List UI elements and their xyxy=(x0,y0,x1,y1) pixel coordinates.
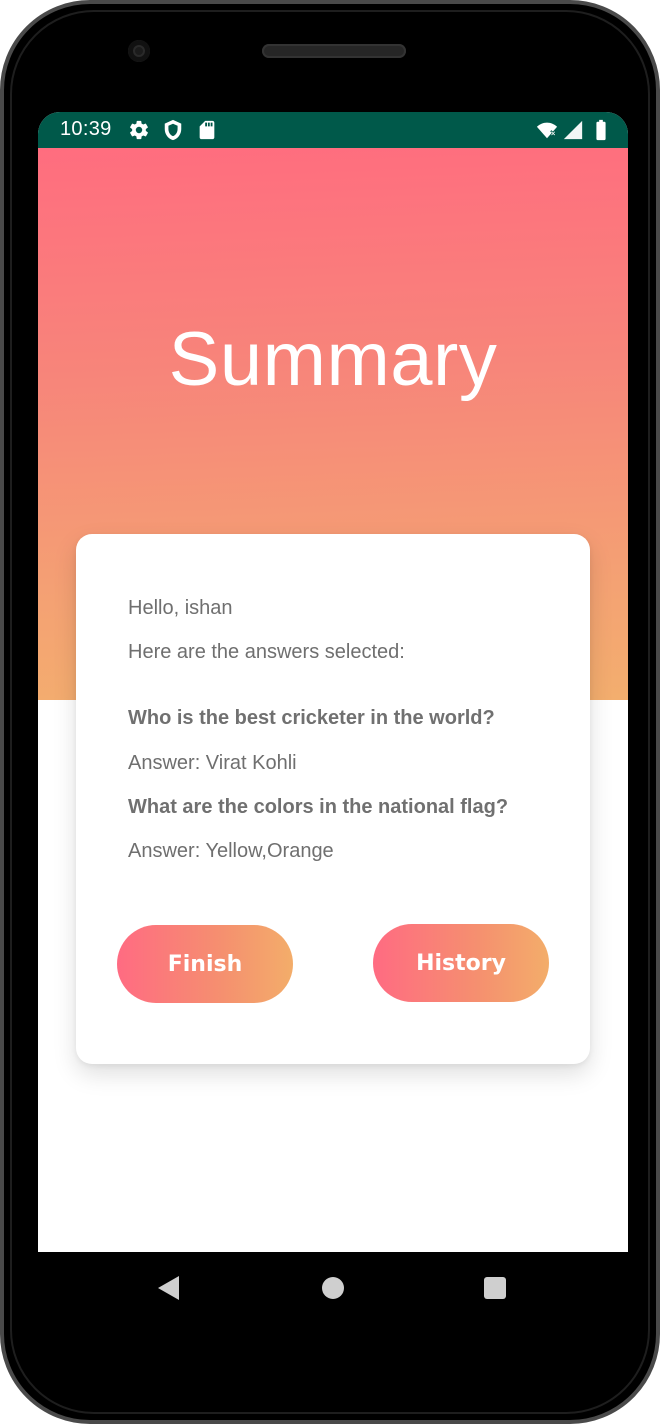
page-title: Summary xyxy=(168,317,498,402)
phone-frame: 10:39 Summary Hello, ishan Here are the … xyxy=(0,0,660,1424)
status-bar: 10:39 xyxy=(38,112,628,148)
battery-icon xyxy=(596,119,606,141)
intro-text: Here are the answers selected: xyxy=(128,641,405,663)
question-text: What are the colors in the national flag… xyxy=(128,796,509,818)
status-time: 10:39 xyxy=(60,118,112,140)
earpiece-speaker xyxy=(262,44,406,58)
summary-card: Hello, ishan Here are the answers select… xyxy=(76,534,590,1064)
gear-icon xyxy=(130,120,148,140)
history-button[interactable]: History xyxy=(373,924,549,1002)
answer-text: Answer: Yellow,Orange xyxy=(128,840,334,862)
greeting-text: Hello, ishan xyxy=(128,597,233,619)
answer-text: Answer: Virat Kohli xyxy=(128,752,297,774)
navigation-bar xyxy=(4,1252,656,1324)
front-camera xyxy=(128,40,150,62)
recents-icon[interactable] xyxy=(484,1277,506,1299)
wifi-icon xyxy=(536,122,558,139)
signal-icon xyxy=(563,120,583,140)
back-icon[interactable] xyxy=(158,1276,179,1300)
sd-card-icon xyxy=(199,120,215,140)
finish-button[interactable]: Finish xyxy=(117,925,293,1003)
question-text: Who is the best cricketer in the world? xyxy=(128,707,495,729)
shield-icon xyxy=(164,119,182,141)
screen: 10:39 Summary Hello, ishan Here are the … xyxy=(38,112,628,1252)
home-icon[interactable] xyxy=(322,1277,344,1299)
